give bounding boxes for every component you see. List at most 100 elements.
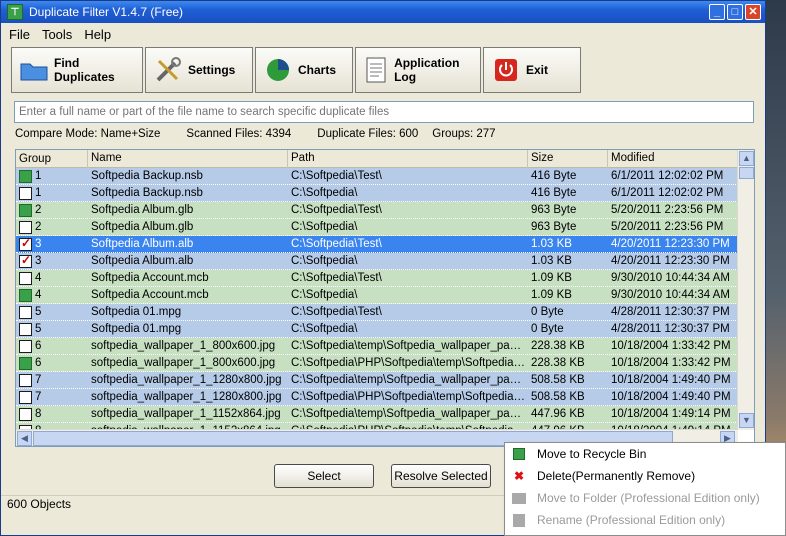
table-row[interactable]: 2 Softpedia Album.glb C:\Softpedia\ 963 Byt… bbox=[16, 219, 738, 236]
table-row[interactable]: 6 softpedia_wallpaper_1_800x600.jpg C:\Sof… bbox=[16, 338, 738, 355]
cell-modified: 10/18/2004 1:49:14 PM bbox=[611, 408, 731, 420]
cell-modified: 5/20/2011 2:23:56 PM bbox=[611, 221, 724, 233]
table-row[interactable]: 3 Softpedia Album.alb C:\Softpedia\Test\ 1.… bbox=[16, 236, 738, 253]
column-modified[interactable]: Modified bbox=[608, 150, 738, 168]
menu-item-move-to-folder[interactable]: Move to Folder (Professional Edition onl… bbox=[505, 487, 785, 509]
table-body: 1 Softpedia Backup.nsb C:\Softpedia\Test\ 4… bbox=[16, 168, 738, 440]
cell-path: C:\Softpedia\temp\Softpedia_wallpaper_pa… bbox=[291, 374, 528, 386]
find-duplicates-label: Find Duplicates bbox=[54, 56, 115, 84]
row-checkbox[interactable] bbox=[19, 271, 32, 285]
charts-label: Charts bbox=[298, 63, 337, 77]
settings-button[interactable]: Settings bbox=[145, 47, 253, 93]
exit-button[interactable]: Exit bbox=[483, 47, 581, 93]
find-duplicates-button[interactable]: Find Duplicates bbox=[11, 47, 143, 93]
row-checkbox[interactable] bbox=[19, 236, 32, 251]
folder-icon bbox=[20, 56, 48, 84]
column-group[interactable]: Group bbox=[16, 150, 88, 168]
table-row[interactable]: 1 Softpedia Backup.nsb C:\Softpedia\ 416 By… bbox=[16, 185, 738, 202]
table-row[interactable]: 1 Softpedia Backup.nsb C:\Softpedia\Test\ 4… bbox=[16, 168, 738, 185]
delete-x-icon: ✖ bbox=[513, 469, 525, 483]
cell-name: Softpedia Backup.nsb bbox=[91, 170, 203, 182]
cell-modified: 9/30/2010 10:44:34 AM bbox=[611, 289, 730, 301]
menu-file[interactable]: File bbox=[9, 27, 30, 42]
table-row[interactable]: 5 Softpedia 01.mpg C:\Softpedia\Test\ 0 Byt… bbox=[16, 304, 738, 321]
group-number: 2 bbox=[35, 221, 42, 233]
table-row[interactable]: 6 softpedia_wallpaper_1_800x600.jpg C:\Sof… bbox=[16, 355, 738, 372]
table-row[interactable]: 8 softpedia_wallpaper_1_1152x864.jpg C:\So… bbox=[16, 406, 738, 423]
cell-size: 508.58 KB bbox=[531, 374, 585, 386]
menu-item-rename[interactable]: Rename (Professional Edition only) bbox=[505, 509, 785, 531]
table-row[interactable]: 4 Softpedia Account.mcb C:\Softpedia\Test\… bbox=[16, 270, 738, 287]
cell-size: 1.09 KB bbox=[531, 289, 572, 301]
row-checkbox[interactable] bbox=[19, 407, 32, 421]
cell-name: Softpedia Album.glb bbox=[91, 204, 194, 216]
close-icon[interactable]: ✕ bbox=[745, 4, 761, 20]
cell-group: 5 bbox=[16, 304, 88, 320]
cell-group: 2 bbox=[16, 202, 88, 218]
search-input[interactable] bbox=[14, 101, 754, 123]
column-size[interactable]: Size bbox=[528, 150, 608, 168]
group-number: 5 bbox=[35, 323, 42, 335]
column-name[interactable]: Name bbox=[88, 150, 288, 168]
row-checkbox[interactable] bbox=[19, 373, 32, 387]
scroll-up-icon[interactable]: ▲ bbox=[739, 151, 754, 166]
menu-help[interactable]: Help bbox=[84, 27, 111, 42]
row-checkbox[interactable] bbox=[19, 339, 32, 353]
row-checkbox[interactable] bbox=[19, 186, 32, 200]
status-text: 600 Objects bbox=[7, 497, 72, 511]
cell-group: 8 bbox=[16, 406, 88, 422]
cell-modified: 6/1/2011 12:02:02 PM bbox=[611, 170, 724, 182]
cell-group: 4 bbox=[16, 287, 88, 303]
maximize-icon[interactable]: □ bbox=[727, 4, 743, 20]
cell-group: 5 bbox=[16, 321, 88, 337]
cell-size: 447.96 KB bbox=[531, 408, 585, 420]
row-checkbox[interactable] bbox=[19, 305, 32, 319]
menu-tools[interactable]: Tools bbox=[42, 27, 72, 42]
cell-size: 508.58 KB bbox=[531, 391, 585, 403]
row-checkbox[interactable] bbox=[19, 253, 32, 268]
resolve-selected-button[interactable]: Resolve Selected bbox=[391, 464, 491, 488]
vertical-scrollbar[interactable]: ▲ ▼ bbox=[737, 150, 754, 430]
row-checkbox[interactable] bbox=[19, 220, 32, 234]
cell-path: C:\Softpedia\ bbox=[291, 187, 358, 199]
title-bar[interactable]: ⊤ Duplicate Filter V1.4.7 (Free) _ □ ✕ bbox=[1, 1, 765, 23]
menu-item-label: Move to Recycle Bin bbox=[537, 447, 647, 461]
menu-item-delete[interactable]: ✖ Delete(Permanently Remove) bbox=[505, 465, 785, 487]
charts-button[interactable]: Charts bbox=[255, 47, 353, 93]
settings-label: Settings bbox=[188, 63, 236, 77]
group-number: 1 bbox=[35, 170, 42, 182]
group-number: 3 bbox=[35, 238, 42, 250]
cell-modified: 10/18/2004 1:33:42 PM bbox=[611, 357, 731, 369]
cell-path: C:\Softpedia\Test\ bbox=[291, 272, 382, 284]
cell-name: Softpedia Album.alb bbox=[91, 255, 194, 267]
cell-path: C:\Softpedia\Test\ bbox=[291, 204, 382, 216]
select-button[interactable]: Select bbox=[274, 464, 374, 488]
scroll-down-icon[interactable]: ▼ bbox=[739, 413, 754, 428]
cell-modified: 5/20/2011 2:23:56 PM bbox=[611, 204, 724, 216]
cell-group: 3 bbox=[16, 253, 88, 269]
cell-group: 2 bbox=[16, 219, 88, 235]
row-checkbox[interactable] bbox=[19, 322, 32, 336]
row-checkbox[interactable] bbox=[19, 390, 32, 404]
table-row[interactable]: 4 Softpedia Account.mcb C:\Softpedia\ 1.09 … bbox=[16, 287, 738, 304]
cell-name: Softpedia Account.mcb bbox=[91, 289, 209, 301]
scroll-left-icon[interactable]: ◀ bbox=[17, 431, 32, 446]
table-row[interactable]: 2 Softpedia Album.glb C:\Softpedia\Test\ 96… bbox=[16, 202, 738, 219]
recycle-bin-icon bbox=[19, 356, 32, 370]
minimize-icon[interactable]: _ bbox=[709, 4, 725, 20]
scroll-thumb[interactable] bbox=[739, 167, 754, 179]
table-row[interactable]: 5 Softpedia 01.mpg C:\Softpedia\ 0 Byte 4/28… bbox=[16, 321, 738, 338]
cell-name: Softpedia Account.mcb bbox=[91, 272, 209, 284]
cell-group: 4 bbox=[16, 270, 88, 286]
menu-item-move-to-recycle-bin[interactable]: Move to Recycle Bin bbox=[505, 443, 785, 465]
table-row[interactable]: 7 softpedia_wallpaper_1_1280x800.jpg C:\So… bbox=[16, 389, 738, 406]
group-number: 8 bbox=[35, 408, 42, 420]
cell-path: C:\Softpedia\ bbox=[291, 323, 358, 335]
menu-bar: File Tools Help bbox=[1, 23, 111, 45]
table-row[interactable]: 7 softpedia_wallpaper_1_1280x800.jpg C:\So… bbox=[16, 372, 738, 389]
column-path[interactable]: Path bbox=[288, 150, 528, 168]
group-number: 1 bbox=[35, 187, 42, 199]
table-row[interactable]: 3 Softpedia Album.alb C:\Softpedia\ 1.03 KB… bbox=[16, 253, 738, 270]
application-log-button[interactable]: Application Log bbox=[355, 47, 481, 93]
recycle-bin-icon bbox=[511, 446, 527, 462]
